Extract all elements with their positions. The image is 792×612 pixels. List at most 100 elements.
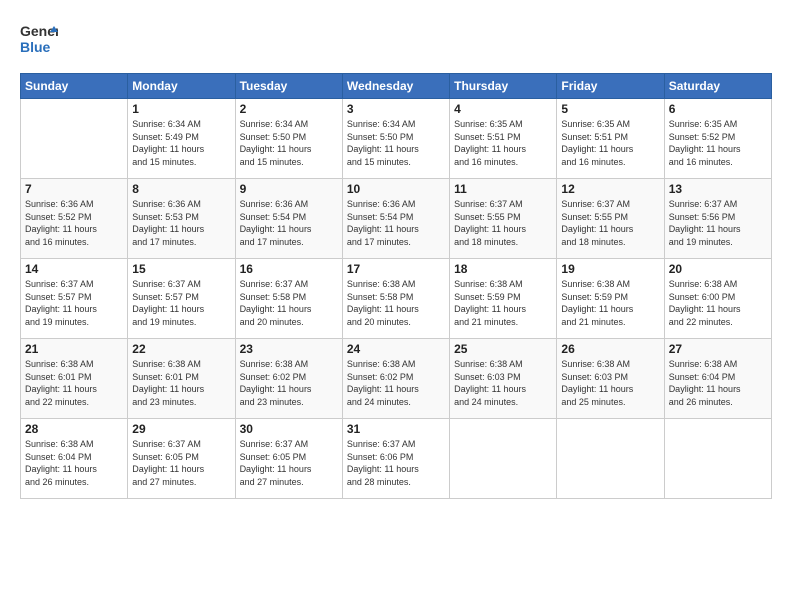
day-cell: [21, 99, 128, 179]
day-cell: 6Sunrise: 6:35 AM Sunset: 5:52 PM Daylig…: [664, 99, 771, 179]
week-row-5: 28 Sunrise: 6:38 AM Sunset: 6:04 PM Dayli…: [21, 419, 772, 499]
day-cell: 3Sunrise: 6:34 AM Sunset: 5:50 PM Daylig…: [342, 99, 449, 179]
day-number: 4: [454, 102, 552, 116]
day-info: Sunrise: 6:38 AM Sunset: 5:58 PM Dayligh…: [347, 278, 445, 328]
day-cell: 26 Sunrise: 6:38 AM Sunset: 6:03 PM Dayli…: [557, 339, 664, 419]
day-number: 28: [25, 422, 123, 436]
day-info: Sunrise: 6:37 AM Sunset: 6:05 PM Dayligh…: [132, 438, 230, 488]
day-number: 24: [347, 342, 445, 356]
svg-text:Blue: Blue: [20, 39, 51, 55]
day-info: Sunrise: 6:36 AM Sunset: 5:52 PM Dayligh…: [25, 198, 123, 248]
day-number: 12: [561, 182, 659, 196]
day-number: 16: [240, 262, 338, 276]
logo-icon: General Blue: [20, 18, 58, 56]
day-cell: 16Sunrise: 6:37 AM Sunset: 5:58 PM Dayli…: [235, 259, 342, 339]
day-cell: 29 Sunrise: 6:37 AM Sunset: 6:05 PM Dayli…: [128, 419, 235, 499]
day-cell: [450, 419, 557, 499]
day-info: Sunrise: 6:37 AM Sunset: 6:06 PM Dayligh…: [347, 438, 445, 488]
day-info: Sunrise: 6:38 AM Sunset: 6:01 PM Dayligh…: [25, 358, 123, 408]
day-cell: 31 Sunrise: 6:37 AM Sunset: 6:06 PM Dayli…: [342, 419, 449, 499]
day-cell: [557, 419, 664, 499]
day-cell: 14 Sunrise: 6:37 AM Sunset: 5:57 PM Dayli…: [21, 259, 128, 339]
day-cell: 22Sunrise: 6:38 AM Sunset: 6:01 PM Dayli…: [128, 339, 235, 419]
day-info: Sunrise: 6:34 AM Sunset: 5:50 PM Dayligh…: [347, 118, 445, 168]
header-cell-tuesday: Tuesday: [235, 74, 342, 99]
day-info: Sunrise: 6:38 AM Sunset: 6:03 PM Dayligh…: [454, 358, 552, 408]
day-info: Sunrise: 6:35 AM Sunset: 5:52 PM Dayligh…: [669, 118, 767, 168]
day-info: Sunrise: 6:38 AM Sunset: 6:00 PM Dayligh…: [669, 278, 767, 328]
calendar-table: SundayMondayTuesdayWednesdayThursdayFrid…: [20, 73, 772, 499]
day-number: 30: [240, 422, 338, 436]
day-info: Sunrise: 6:38 AM Sunset: 6:03 PM Dayligh…: [561, 358, 659, 408]
day-info: Sunrise: 6:38 AM Sunset: 5:59 PM Dayligh…: [454, 278, 552, 328]
day-cell: 19 Sunrise: 6:38 AM Sunset: 5:59 PM Dayli…: [557, 259, 664, 339]
week-row-2: 7Sunrise: 6:36 AM Sunset: 5:52 PM Daylig…: [21, 179, 772, 259]
day-cell: 9Sunrise: 6:36 AM Sunset: 5:54 PM Daylig…: [235, 179, 342, 259]
day-info: Sunrise: 6:38 AM Sunset: 6:02 PM Dayligh…: [347, 358, 445, 408]
day-number: 20: [669, 262, 767, 276]
header-cell-thursday: Thursday: [450, 74, 557, 99]
day-number: 25: [454, 342, 552, 356]
day-cell: 20 Sunrise: 6:38 AM Sunset: 6:00 PM Dayli…: [664, 259, 771, 339]
page: General Blue SundayMondayTuesdayWednesda…: [0, 0, 792, 509]
day-info: Sunrise: 6:38 AM Sunset: 6:04 PM Dayligh…: [669, 358, 767, 408]
day-info: Sunrise: 6:37 AM Sunset: 5:56 PM Dayligh…: [669, 198, 767, 248]
day-cell: 18 Sunrise: 6:38 AM Sunset: 5:59 PM Dayli…: [450, 259, 557, 339]
day-cell: 23 Sunrise: 6:38 AM Sunset: 6:02 PM Dayli…: [235, 339, 342, 419]
header-cell-friday: Friday: [557, 74, 664, 99]
day-number: 14: [25, 262, 123, 276]
day-info: Sunrise: 6:36 AM Sunset: 5:53 PM Dayligh…: [132, 198, 230, 248]
week-row-4: 21 Sunrise: 6:38 AM Sunset: 6:01 PM Dayli…: [21, 339, 772, 419]
day-cell: 11 Sunrise: 6:37 AM Sunset: 5:55 PM Dayli…: [450, 179, 557, 259]
day-info: Sunrise: 6:38 AM Sunset: 5:59 PM Dayligh…: [561, 278, 659, 328]
header: General Blue: [20, 18, 772, 61]
day-number: 26: [561, 342, 659, 356]
header-cell-wednesday: Wednesday: [342, 74, 449, 99]
day-number: 23: [240, 342, 338, 356]
day-cell: 1 Sunrise: 6:34 AM Sunset: 5:49 PM Daylig…: [128, 99, 235, 179]
day-cell: 21 Sunrise: 6:38 AM Sunset: 6:01 PM Dayli…: [21, 339, 128, 419]
day-info: Sunrise: 6:37 AM Sunset: 5:55 PM Dayligh…: [454, 198, 552, 248]
day-cell: 15Sunrise: 6:37 AM Sunset: 5:57 PM Dayli…: [128, 259, 235, 339]
day-info: Sunrise: 6:37 AM Sunset: 5:57 PM Dayligh…: [132, 278, 230, 328]
header-cell-monday: Monday: [128, 74, 235, 99]
week-row-1: 1 Sunrise: 6:34 AM Sunset: 5:49 PM Daylig…: [21, 99, 772, 179]
day-cell: 13 Sunrise: 6:37 AM Sunset: 5:56 PM Dayli…: [664, 179, 771, 259]
day-number: 21: [25, 342, 123, 356]
day-info: Sunrise: 6:38 AM Sunset: 6:04 PM Dayligh…: [25, 438, 123, 488]
day-number: 1: [132, 102, 230, 116]
day-number: 17: [347, 262, 445, 276]
day-number: 29: [132, 422, 230, 436]
day-number: 11: [454, 182, 552, 196]
day-info: Sunrise: 6:35 AM Sunset: 5:51 PM Dayligh…: [454, 118, 552, 168]
day-info: Sunrise: 6:36 AM Sunset: 5:54 PM Dayligh…: [347, 198, 445, 248]
day-number: 19: [561, 262, 659, 276]
day-number: 10: [347, 182, 445, 196]
day-info: Sunrise: 6:37 AM Sunset: 6:05 PM Dayligh…: [240, 438, 338, 488]
day-info: Sunrise: 6:36 AM Sunset: 5:54 PM Dayligh…: [240, 198, 338, 248]
header-row: SundayMondayTuesdayWednesdayThursdayFrid…: [21, 74, 772, 99]
day-number: 27: [669, 342, 767, 356]
week-row-3: 14 Sunrise: 6:37 AM Sunset: 5:57 PM Dayli…: [21, 259, 772, 339]
day-info: Sunrise: 6:37 AM Sunset: 5:55 PM Dayligh…: [561, 198, 659, 248]
day-info: Sunrise: 6:38 AM Sunset: 6:01 PM Dayligh…: [132, 358, 230, 408]
header-cell-sunday: Sunday: [21, 74, 128, 99]
day-info: Sunrise: 6:34 AM Sunset: 5:50 PM Dayligh…: [240, 118, 338, 168]
day-info: Sunrise: 6:35 AM Sunset: 5:51 PM Dayligh…: [561, 118, 659, 168]
header-cell-saturday: Saturday: [664, 74, 771, 99]
day-number: 13: [669, 182, 767, 196]
logo: General Blue: [20, 18, 58, 61]
day-number: 8: [132, 182, 230, 196]
day-cell: 12 Sunrise: 6:37 AM Sunset: 5:55 PM Dayli…: [557, 179, 664, 259]
day-cell: 17 Sunrise: 6:38 AM Sunset: 5:58 PM Dayli…: [342, 259, 449, 339]
day-number: 31: [347, 422, 445, 436]
day-number: 5: [561, 102, 659, 116]
day-cell: 8 Sunrise: 6:36 AM Sunset: 5:53 PM Daylig…: [128, 179, 235, 259]
day-info: Sunrise: 6:34 AM Sunset: 5:49 PM Dayligh…: [132, 118, 230, 168]
day-cell: 2Sunrise: 6:34 AM Sunset: 5:50 PM Daylig…: [235, 99, 342, 179]
day-cell: 7Sunrise: 6:36 AM Sunset: 5:52 PM Daylig…: [21, 179, 128, 259]
day-number: 18: [454, 262, 552, 276]
day-info: Sunrise: 6:37 AM Sunset: 5:57 PM Dayligh…: [25, 278, 123, 328]
day-info: Sunrise: 6:38 AM Sunset: 6:02 PM Dayligh…: [240, 358, 338, 408]
day-cell: 27 Sunrise: 6:38 AM Sunset: 6:04 PM Dayli…: [664, 339, 771, 419]
